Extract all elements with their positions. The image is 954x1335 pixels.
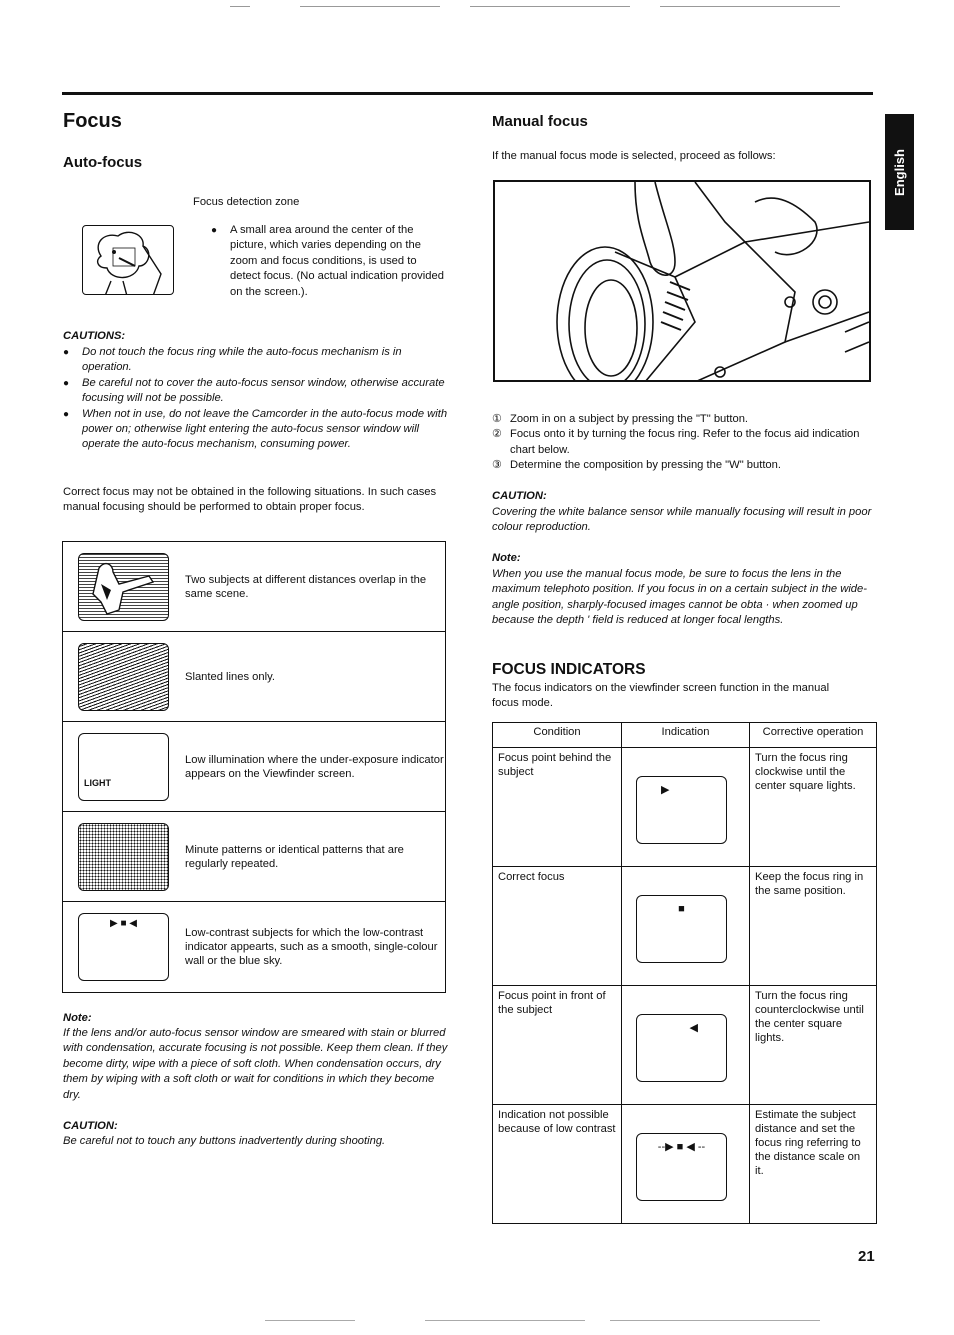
operation-cell: Keep the focus ring in the same position… <box>749 866 877 986</box>
condition-cell: Focus point in front of the subject <box>492 985 622 1105</box>
focus-ring-illustration <box>493 180 871 382</box>
situation-row: LIGHT Low illumination where the under-e… <box>63 722 445 812</box>
top-rule <box>62 92 873 95</box>
step-item: ① Zoom in on a subject by pressing the "T… <box>492 412 882 427</box>
step-number: ① <box>492 413 503 425</box>
low-light-viewfinder-image: LIGHT <box>78 732 169 801</box>
situation-text: Low illumination where the under-exposur… <box>185 753 444 780</box>
overlapping-subjects-image <box>78 552 169 621</box>
light-indicator: LIGHT <box>84 777 111 788</box>
column-header: Condition <box>492 722 622 748</box>
step-text: Focus onto it by turning the focus ring.… <box>510 428 860 456</box>
note-text: If the lens and/or auto-focus sensor win… <box>63 1027 448 1101</box>
page-title: Focus <box>63 110 122 132</box>
manual-focus-steps: ① Zoom in on a subject by pressing the "T… <box>492 412 882 474</box>
scan-artifact <box>660 6 840 7</box>
note-heading: Note: <box>63 1012 92 1024</box>
situation-row: Minute patterns or identical patterns th… <box>63 812 445 902</box>
correct-focus-indicator: ■ <box>678 903 685 915</box>
slanted-lines-image <box>78 642 169 711</box>
manual-caution-text: Covering the white balance sensor while … <box>492 506 872 534</box>
situations-intro: Correct focus may not be obtained in the… <box>63 486 437 514</box>
situation-text: Low-contrast subjects for which the low-… <box>185 927 438 967</box>
scan-artifact <box>425 1320 585 1321</box>
focus-zone-label: Focus detection zone <box>193 196 300 208</box>
focus-front-indicator: ◀ <box>689 1022 698 1034</box>
table-row: Correct focus ■ Keep the focus ring in t… <box>492 866 877 986</box>
caution-item: Be careful not to cover the auto-focus s… <box>63 376 448 407</box>
situation-row: Two subjects at different distances over… <box>63 542 445 632</box>
focus-indicators-heading: FOCUS INDICATORS <box>492 661 646 678</box>
indication-cell: --▶ ■ ◀ -- <box>621 1104 750 1224</box>
step-number: ③ <box>492 459 503 472</box>
step-item: ③ Determine the composition by pressing t… <box>492 458 882 473</box>
indication-cell: ■ <box>621 866 750 986</box>
viewfinder-frame: ▶ <box>636 776 727 844</box>
focus-indicators-table: Condition Indication Corrective operatio… <box>492 722 877 1224</box>
indication-cell: ◀ <box>621 985 750 1105</box>
step-text: Determine the composition by pressing th… <box>510 459 781 472</box>
scan-artifact <box>610 1320 820 1321</box>
camcorder-lens-hand-icon <box>556 182 869 380</box>
condition-cell: Focus point behind the subject <box>492 747 622 867</box>
manual-note-text: When you use the manual focus mode, be s… <box>492 568 867 627</box>
operation-cell: Turn the focus ring clockwise until the … <box>749 747 877 867</box>
language-tab-label: English <box>892 148 908 196</box>
step-number: ② <box>492 428 503 441</box>
viewfinder-frame: --▶ ■ ◀ -- <box>636 1133 727 1201</box>
manual-caution-heading: CAUTION: <box>492 490 547 502</box>
caution-item: When not in use, do not leave the Camcor… <box>63 407 448 453</box>
situation-text: Minute patterns or identical patterns th… <box>185 843 404 870</box>
situation-row: ▶ ■ ◀ Low-contrast subjects for which th… <box>63 902 445 992</box>
cautions-heading: CAUTIONS: <box>63 330 126 342</box>
focus-behind-indicator: ▶ <box>661 784 670 796</box>
cautions-list: Do not touch the focus ring while the au… <box>63 345 448 453</box>
viewfinder-frame: ◀ <box>636 1014 727 1082</box>
step-text: Zoom in on a subject by pressing the "T"… <box>510 413 749 425</box>
situation-text: Slanted lines only. <box>185 670 275 683</box>
manual-focus-heading: Manual focus <box>492 113 588 130</box>
auto-focus-heading: Auto-focus <box>63 154 143 171</box>
scan-artifact <box>300 6 440 7</box>
focus-indicators-intro: The focus indicators on the viewfinder s… <box>492 682 830 710</box>
manual-note-heading: Note: <box>492 552 521 564</box>
scan-artifact <box>265 1320 355 1321</box>
caution-text: Be careful not to touch any buttons inad… <box>63 1135 386 1147</box>
focus-zone-bullet: A small area around the center of the pi… <box>211 223 446 300</box>
minute-patterns-image <box>78 822 169 891</box>
column-header: Indication <box>621 722 750 748</box>
table-row: Focus point in front of the subject ◀ Tu… <box>492 985 877 1105</box>
viewfinder-frame: ■ <box>636 895 727 963</box>
scan-artifact <box>230 6 250 7</box>
focus-zone-description: A small area around the center of the pi… <box>211 223 446 300</box>
cartoon-face-icon <box>96 231 162 294</box>
focus-zone-illustration <box>82 225 174 295</box>
language-tab: English <box>885 114 914 230</box>
step-item: ② Focus onto it by turning the focus ring… <box>492 427 882 458</box>
manual-focus-intro: If the manual focus mode is selected, pr… <box>492 150 776 162</box>
caution-heading: CAUTION: <box>63 1120 118 1132</box>
low-contrast-viewfinder-image: ▶ ■ ◀ <box>78 913 169 981</box>
table-row: Indication not possible because of low c… <box>492 1104 877 1224</box>
column-header: Corrective operation <box>749 722 877 748</box>
operation-cell: Turn the focus ring counterclockwise unt… <box>749 985 877 1105</box>
indication-cell: ▶ <box>621 747 750 867</box>
situation-text: Two subjects at different distances over… <box>185 573 427 600</box>
page-number: 21 <box>858 1248 875 1265</box>
caution-item: Do not touch the focus ring while the au… <box>63 345 448 376</box>
situation-row: Slanted lines only. <box>63 632 445 722</box>
table-row: Focus point behind the subject ▶ Turn th… <box>492 747 877 867</box>
low-contrast-indicator: ▶ ■ ◀ <box>110 918 137 929</box>
operation-cell: Estimate the subject distance and set th… <box>749 1104 877 1224</box>
low-contrast-indicator: --▶ ■ ◀ -- <box>657 1141 706 1153</box>
condition-cell: Correct focus <box>492 866 622 986</box>
table-header-row: Condition Indication Corrective operatio… <box>492 722 877 748</box>
scan-artifact <box>470 6 630 7</box>
condition-cell: Indication not possible because of low c… <box>492 1104 622 1224</box>
difficult-situations-table: Two subjects at different distances over… <box>62 541 446 993</box>
